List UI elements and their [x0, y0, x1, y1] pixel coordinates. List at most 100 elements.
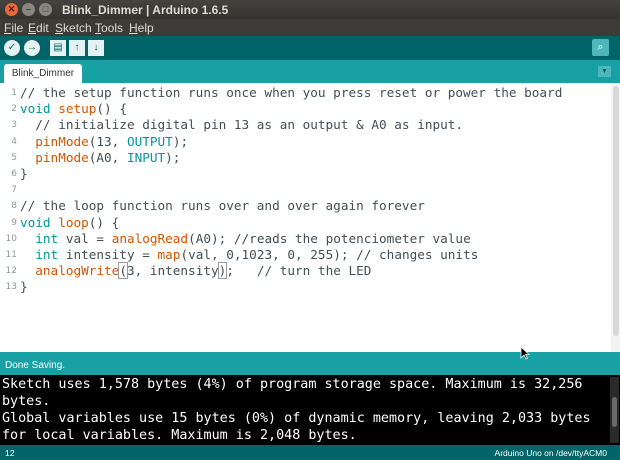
console-output: Sketch uses 1,578 bytes (4%) of program …	[0, 375, 620, 445]
code-text: analogWrite(3, intensity); // turn the L…	[20, 262, 372, 280]
code-line[interactable]: 5 pinMode(A0, INPUT);	[0, 150, 600, 166]
code-token: // the setup function runs once when you…	[20, 85, 563, 100]
code-text: void loop() {	[20, 215, 119, 231]
code-line[interactable]: 11 int intensity = map(val, 0,1023, 0, 2…	[0, 247, 600, 263]
code-token: (A0,	[88, 149, 127, 165]
code-line[interactable]: 9 void loop() {	[0, 215, 600, 231]
console-scrollbar[interactable]	[610, 377, 619, 443]
code-text: pinMode(A0, INPUT);	[20, 150, 180, 166]
code-token: );	[172, 133, 189, 149]
close-icon[interactable]: ✕	[5, 3, 18, 16]
code-token: int	[35, 230, 59, 246]
code-token: void	[20, 214, 59, 230]
bottom-bar: 12 Arduino Uno on /dev/ttyACM0	[0, 445, 620, 460]
mouse-pointer-icon	[520, 346, 530, 360]
line-number: 4	[11, 136, 17, 147]
console-line: Global variables use 15 bytes (0%) of dy…	[2, 411, 591, 426]
code-line[interactable]: 6}	[0, 166, 600, 182]
console-messages: Sketch uses 1,578 bytes (4%) of program …	[2, 376, 602, 444]
code-line[interactable]: 7	[0, 182, 600, 198]
menu-tools[interactable]: Tools	[95, 21, 123, 35]
save-sketch-icon[interactable]: ↓	[88, 40, 104, 56]
code-text: int intensity = map(val, 0,1023, 0, 255)…	[20, 247, 478, 263]
status-text: Done Saving.	[5, 360, 66, 371]
line-number: 3	[11, 120, 17, 131]
code-token: pinMode	[35, 133, 89, 149]
code-line[interactable]: 2 void setup() {	[0, 101, 600, 117]
console-line: for local variables. Maximum is 2,048 by…	[2, 428, 357, 443]
tab-blink-dimmer[interactable]: Blink_Dimmer	[4, 64, 82, 83]
code-token: analogRead	[111, 230, 189, 246]
code-token: }	[20, 166, 28, 181]
code-token: void	[20, 101, 59, 117]
menu-bar: File Edit Sketch Tools Help	[0, 19, 620, 36]
window-titlebar: ✕ – □ Blink_Dimmer | Arduino 1.6.5	[0, 0, 620, 19]
menu-sketch[interactable]: Sketch	[55, 21, 92, 35]
line-number: 1	[11, 88, 17, 98]
code-token: () {	[88, 214, 120, 230]
code-token: ; // turn the LED	[226, 263, 372, 279]
code-line[interactable]: 8// the loop function runs over and over…	[0, 198, 600, 214]
code-text: }	[20, 166, 28, 182]
line-number: 13	[5, 282, 17, 293]
code-text: // initialize digital pin 13 as an outpu…	[20, 117, 463, 133]
code-text: void setup() {	[20, 101, 127, 117]
code-token: map	[157, 247, 181, 262]
editor-scrollbar-thumb[interactable]	[613, 86, 619, 336]
code-token: loop	[58, 214, 89, 230]
code-text: }	[20, 279, 28, 295]
line-number: 5	[11, 152, 17, 163]
verify-icon[interactable]: ✓	[4, 40, 20, 56]
code-token: );	[165, 149, 181, 165]
code-line[interactable]: 13}	[0, 279, 600, 295]
console-line: bytes.	[2, 394, 51, 409]
code-line[interactable]: 12 analogWrite(3, intensity); // turn th…	[0, 262, 600, 280]
editor-scrollbar[interactable]	[611, 83, 620, 352]
code-token: INPUT	[126, 149, 166, 165]
menu-file[interactable]: File	[4, 21, 23, 35]
line-number: 9	[11, 217, 17, 228]
upload-icon[interactable]: →	[24, 40, 40, 56]
maximize-icon[interactable]: □	[39, 3, 52, 16]
line-number: 2	[11, 104, 17, 115]
code-token: 3, intensity	[126, 263, 219, 279]
minimize-icon[interactable]: –	[22, 3, 35, 16]
code-token: pinMode	[35, 149, 89, 165]
menu-help[interactable]: Help	[129, 21, 154, 35]
current-line-number: 12	[5, 448, 15, 458]
serial-monitor-icon[interactable]: ⌕	[592, 39, 609, 56]
code-token: (	[118, 262, 128, 280]
new-sketch-icon[interactable]: ▤	[50, 40, 66, 56]
code-token: (A0); //reads the potenciometer value	[188, 230, 471, 246]
code-token: val =	[58, 230, 112, 246]
tab-menu-chevron-down-icon[interactable]: ▼	[598, 66, 611, 77]
line-number: 12	[5, 266, 17, 277]
board-port-label: Arduino Uno on /dev/ttyACM0	[494, 448, 607, 458]
code-editor[interactable]: 1// the setup function runs once when yo…	[0, 83, 620, 352]
menu-edit[interactable]: Edit	[28, 21, 49, 35]
code-text: // the setup function runs once when you…	[20, 85, 562, 101]
open-sketch-icon[interactable]: ↑	[69, 40, 85, 56]
code-token: // the loop function runs over and over …	[20, 198, 425, 214]
code-line[interactable]: 10 int val = analogRead(A0); //reads the…	[0, 231, 600, 247]
window-title: Blink_Dimmer | Arduino 1.6.5	[62, 3, 229, 17]
code-text: int val = analogRead(A0); //reads the po…	[20, 230, 471, 247]
code-line[interactable]: 4 pinMode(13, OUTPUT);	[0, 134, 600, 150]
tab-row: Blink_Dimmer ▼	[0, 60, 620, 83]
code-token: // initialize digital pin 13 as an outpu…	[20, 117, 464, 133]
code-line[interactable]: 1// the setup function runs once when yo…	[0, 85, 600, 101]
code-token: setup	[58, 101, 97, 117]
line-number: 6	[11, 169, 17, 179]
line-number: 8	[11, 201, 17, 212]
line-number: 10	[5, 233, 17, 244]
code-token: OUTPUT	[126, 133, 173, 149]
console-scrollbar-thumb[interactable]	[612, 397, 617, 427]
toolbar: ✓ → ▤ ↑ ↓ ⌕	[0, 36, 620, 60]
code-token: intensity =	[58, 247, 158, 262]
code-line[interactable]: 3 // initialize digital pin 13 as an out…	[0, 117, 600, 133]
